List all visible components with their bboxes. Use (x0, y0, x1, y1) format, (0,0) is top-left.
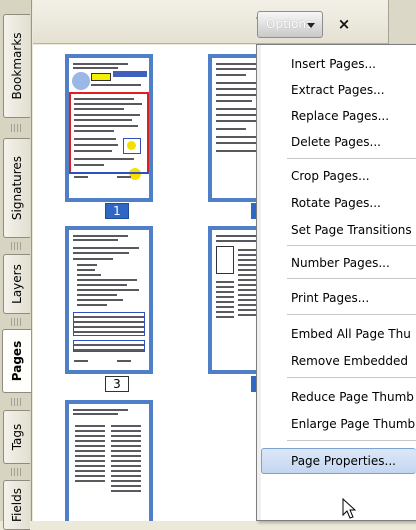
menu-separator (287, 440, 416, 441)
tab-fields-label: Fields (10, 488, 24, 522)
page-number-label: 1 (105, 203, 129, 219)
tab-bookmarks[interactable]: Bookmarks (3, 14, 30, 118)
tab-tags[interactable]: Tags (3, 410, 30, 464)
menu-separator (287, 278, 416, 279)
options-button[interactable]: Options (257, 11, 323, 38)
menu-item-reduce-thumbnails[interactable]: Reduce Page Thumb (261, 384, 416, 410)
menu-item-page-properties[interactable]: Page Properties... (261, 448, 416, 474)
page-number-label: 3 (105, 376, 129, 392)
menu-item-insert-pages[interactable]: Insert Pages... (261, 51, 416, 77)
menu-separator (287, 314, 416, 315)
tab-bookmarks-label: Bookmarks (10, 32, 24, 100)
menu-item-crop-pages[interactable]: Crop Pages... (261, 163, 416, 189)
tab-layers[interactable]: Layers (3, 254, 30, 314)
tab-grip (11, 124, 21, 132)
chevron-down-icon (307, 23, 315, 28)
tab-signatures-label: Signatures (10, 155, 24, 221)
pages-panel-toolbar: Options × (33, 0, 416, 44)
menu-item-extract-pages[interactable]: Extract Pages... (261, 77, 416, 103)
mouse-cursor-icon (342, 498, 357, 519)
panel-tab-strip: Bookmarks Signatures Layers Pages Tags F… (0, 0, 32, 530)
menu-item-remove-embedded[interactable]: Remove Embedded (261, 348, 416, 374)
options-button-label: Options (266, 17, 313, 31)
page-thumbnail[interactable] (65, 400, 153, 521)
menu-item-embed-thumbnails[interactable]: Embed All Page Thu (261, 321, 416, 347)
tab-pages[interactable]: Pages (2, 329, 31, 393)
menu-item-number-pages[interactable]: Number Pages... (261, 250, 416, 276)
tab-grip (11, 468, 21, 476)
page-thumbnail[interactable] (65, 226, 153, 374)
tab-layers-label: Layers (10, 264, 24, 304)
menu-item-print-pages[interactable]: Print Pages... (261, 285, 416, 311)
menu-separator (287, 158, 416, 159)
tab-fields[interactable]: Fields (3, 480, 30, 530)
options-menu: Insert Pages... Extract Pages... Replace… (256, 44, 416, 521)
tab-grip (11, 242, 21, 250)
tab-tags-label: Tags (10, 423, 24, 451)
menu-item-replace-pages[interactable]: Replace Pages... (261, 103, 416, 129)
menu-separator (287, 377, 416, 378)
tab-grip (11, 398, 21, 406)
tab-pages-label: Pages (10, 340, 24, 382)
page-thumbnail[interactable] (65, 54, 153, 202)
menu-item-enlarge-thumbnails[interactable]: Enlarge Page Thumb (261, 411, 416, 437)
menu-item-rotate-pages[interactable]: Rotate Pages... (261, 190, 416, 216)
tab-grip (11, 318, 21, 326)
tab-signatures[interactable]: Signatures (3, 138, 30, 238)
menu-item-delete-pages[interactable]: Delete Pages... (261, 129, 416, 155)
toolbar-edge (388, 0, 416, 44)
menu-separator (287, 245, 416, 246)
menu-item-set-page-transitions[interactable]: Set Page Transitions (261, 217, 416, 243)
close-button[interactable]: × (334, 14, 354, 34)
